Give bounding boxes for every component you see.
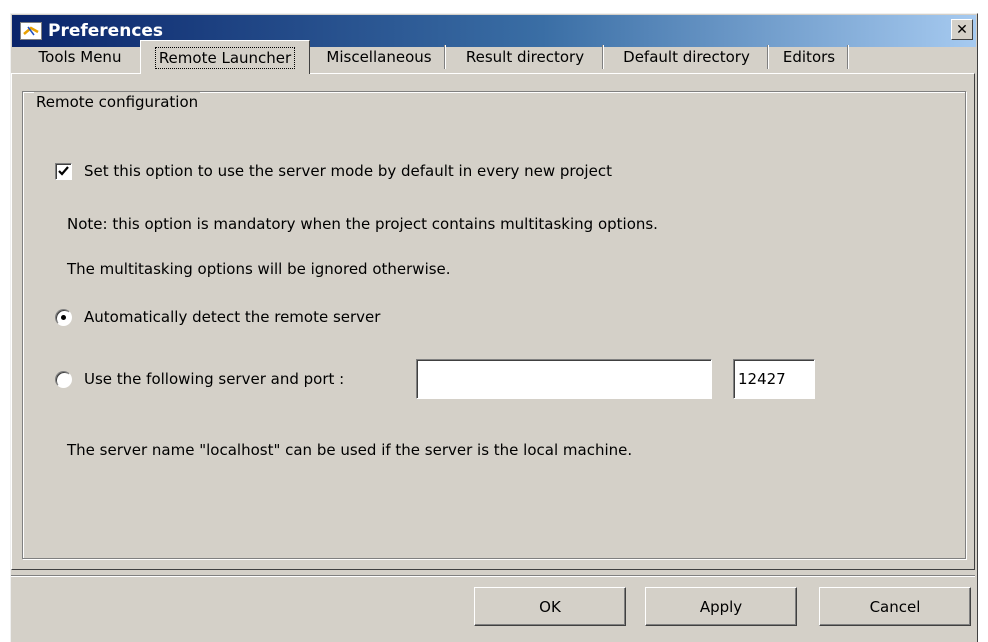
button-divider: [11, 575, 975, 577]
tab-editors[interactable]: Editors: [770, 43, 849, 71]
apply-button-label: Apply: [699, 597, 743, 616]
close-icon: ✕: [956, 21, 968, 38]
tab-label: Remote Launcher: [154, 46, 296, 69]
tab-default-directory[interactable]: Default directory: [605, 43, 769, 71]
cancel-button-label: Cancel: [869, 597, 921, 616]
note-text: The multitasking options will be ignored…: [67, 260, 451, 278]
tab-result-directory[interactable]: Result directory: [447, 43, 604, 71]
localhost-hint: The server name "localhost" can be used …: [67, 441, 633, 459]
auto-detect-radio[interactable]: [55, 309, 72, 326]
tab-label: Tools Menu: [38, 48, 122, 66]
manual-server-radio[interactable]: [55, 371, 72, 388]
radio-selected-dot: [61, 315, 66, 320]
server-name-input[interactable]: [416, 359, 712, 399]
manual-server-label[interactable]: Use the following server and port :: [84, 369, 344, 389]
tab-label: Result directory: [465, 48, 585, 66]
tab-tools-menu[interactable]: Tools Menu: [20, 43, 140, 71]
server-mode-label[interactable]: Set this option to use the server mode b…: [84, 161, 612, 181]
window-title: Preferences: [48, 21, 164, 41]
ok-button-label: OK: [539, 597, 561, 616]
cancel-button[interactable]: Cancel: [819, 587, 971, 626]
ok-button[interactable]: OK: [474, 587, 626, 626]
port-input[interactable]: [733, 359, 815, 399]
auto-detect-label[interactable]: Automatically detect the remote server: [84, 307, 380, 327]
close-button[interactable]: ✕: [951, 19, 973, 40]
tab-label: Default directory: [623, 48, 750, 66]
tab-label: Miscellaneous: [326, 48, 432, 66]
checkmark-icon: [58, 166, 69, 176]
tab-remote-launcher[interactable]: Remote Launcher: [140, 40, 310, 74]
tab-label: Editors: [782, 48, 836, 66]
apply-button[interactable]: Apply: [645, 587, 797, 626]
server-mode-checkbox[interactable]: [55, 163, 72, 180]
note-text: Note: this option is mandatory when the …: [67, 215, 658, 233]
app-icon: [20, 22, 42, 40]
group-label: Remote configuration: [34, 92, 201, 112]
tab-miscellaneous[interactable]: Miscellaneous: [313, 43, 446, 71]
